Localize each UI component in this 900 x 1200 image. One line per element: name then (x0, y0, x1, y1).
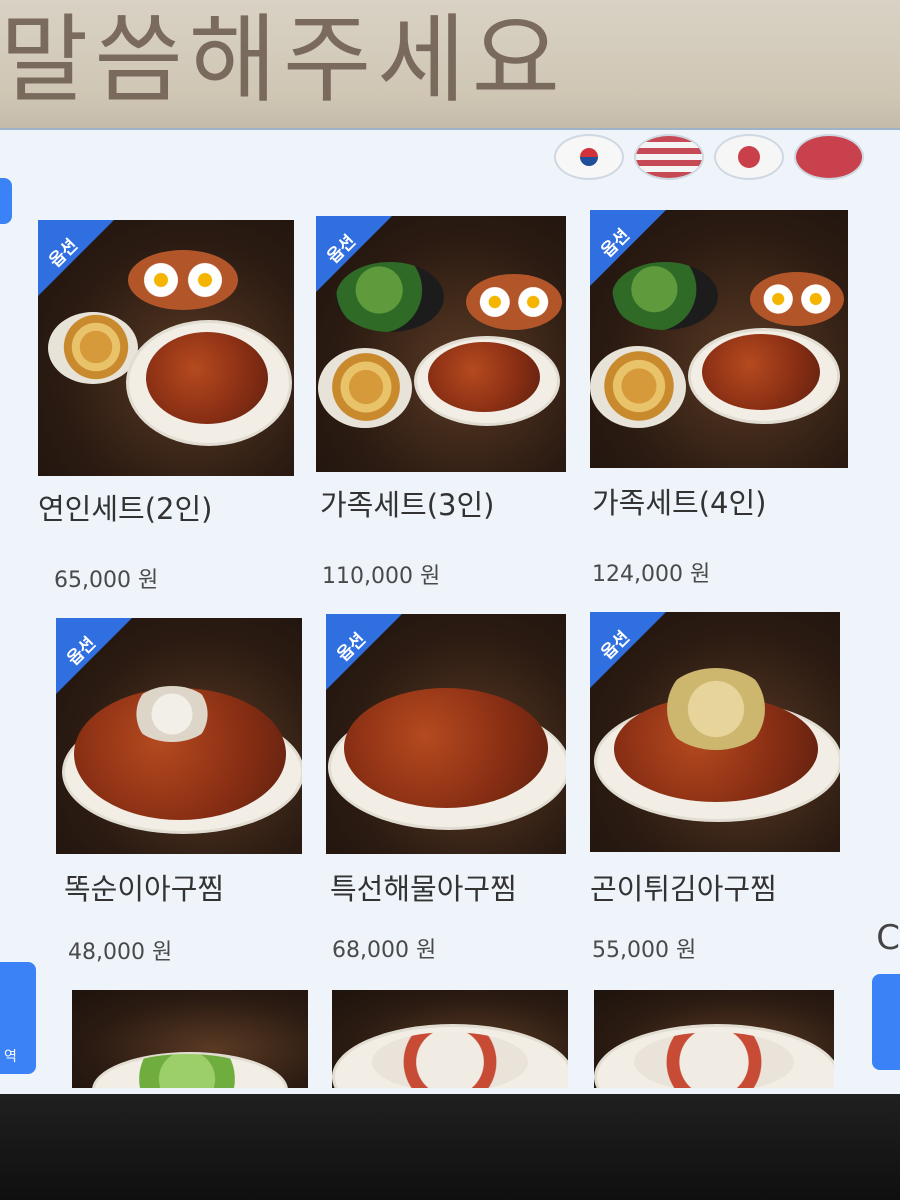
menu-item-photo: 옵션 (316, 216, 566, 472)
right-edge-text: C (876, 918, 900, 958)
menu-item-photo: 옵션 (38, 220, 294, 476)
right-category-tab[interactable] (872, 974, 900, 1070)
menu-item-name: 곤이튀김아구찜 (590, 872, 777, 906)
menu-item-photo (594, 990, 834, 1088)
menu-item-price: 48,000 원 (68, 940, 173, 965)
menu-item-name: 가족세트(3인) (320, 488, 495, 522)
menu-item-photo: 옵션 (590, 210, 848, 468)
sign-text: 말씀해주세요 (0, 4, 566, 116)
japan-flag-icon[interactable] (714, 134, 784, 180)
korean-flag-icon[interactable] (554, 134, 624, 180)
menu-item-photo: 옵션 (56, 618, 302, 854)
left-category-tab[interactable] (0, 178, 12, 224)
language-selector (540, 130, 900, 180)
menu-item-price: 124,000 원 (592, 562, 711, 587)
menu-item-price: 110,000 원 (322, 564, 441, 589)
menu-item-price: 65,000 원 (54, 568, 159, 593)
china-flag-icon[interactable] (794, 134, 864, 180)
menu-item-name: 가족세트(4인) (592, 486, 767, 520)
menu-item-photo (72, 990, 308, 1088)
device-bezel-bottom (0, 1094, 900, 1200)
menu-item-photo: 옵션 (590, 612, 840, 852)
us-flag-icon[interactable] (634, 134, 704, 180)
menu-item-name: 특선해물아구찜 (330, 872, 517, 906)
menu-item-name: 연인세트(2인) (38, 492, 213, 526)
menu-item-photo (332, 990, 568, 1088)
left-tab-label: 역 (4, 1049, 17, 1065)
left-category-tab-bottom[interactable]: 역 (0, 962, 36, 1074)
menu-item-photo: 옵션 (326, 614, 566, 854)
menu-item-name: 똑순이아구찜 (64, 872, 225, 906)
menu-item-price: 68,000 원 (332, 938, 437, 963)
menu-item-price: 55,000 원 (592, 938, 697, 963)
